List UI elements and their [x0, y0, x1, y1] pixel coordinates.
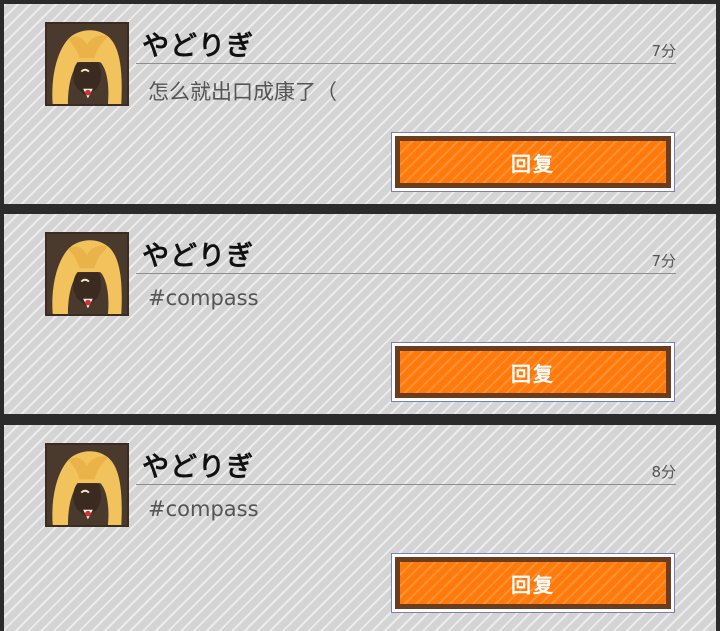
notification-feed: やどりぎ 7分 怎么就出口成康了（ 回复 やどりぎ 7分 #compass 回复… — [0, 0, 720, 631]
divider — [136, 484, 676, 485]
timestamp: 7分 — [651, 252, 676, 270]
username: やどりぎ — [142, 31, 254, 62]
message-text: 怎么就出口成康了（ — [148, 80, 337, 104]
notification-card: やどりぎ 7分 #compass 回复 — [4, 214, 716, 414]
reply-button-label: 回复 — [511, 361, 555, 386]
anime-girl-avatar-icon — [47, 24, 127, 104]
user-avatar[interactable] — [45, 232, 129, 316]
reply-button-label: 回复 — [511, 572, 555, 597]
reply-button[interactable]: 回复 — [391, 553, 675, 613]
username: やどりぎ — [142, 241, 254, 272]
notification-card: やどりぎ 7分 怎么就出口成康了（ 回复 — [4, 4, 716, 204]
anime-girl-avatar-icon — [47, 234, 127, 314]
timestamp: 8分 — [651, 463, 676, 481]
message-text: #compass — [148, 497, 259, 521]
divider — [136, 63, 676, 64]
message-text: #compass — [148, 286, 259, 310]
reply-button[interactable]: 回复 — [391, 342, 675, 402]
notification-card: やどりぎ 8分 #compass 回复 — [4, 425, 716, 631]
reply-button-face: 回复 — [395, 557, 671, 609]
reply-button-face: 回复 — [395, 346, 671, 398]
username: やどりぎ — [142, 452, 254, 483]
user-avatar[interactable] — [45, 443, 129, 527]
timestamp: 7分 — [651, 42, 676, 60]
reply-button-label: 回复 — [511, 151, 555, 176]
user-avatar[interactable] — [45, 22, 129, 106]
divider — [136, 273, 676, 274]
reply-button-face: 回复 — [395, 136, 671, 188]
reply-button[interactable]: 回复 — [391, 132, 675, 192]
anime-girl-avatar-icon — [47, 445, 127, 525]
